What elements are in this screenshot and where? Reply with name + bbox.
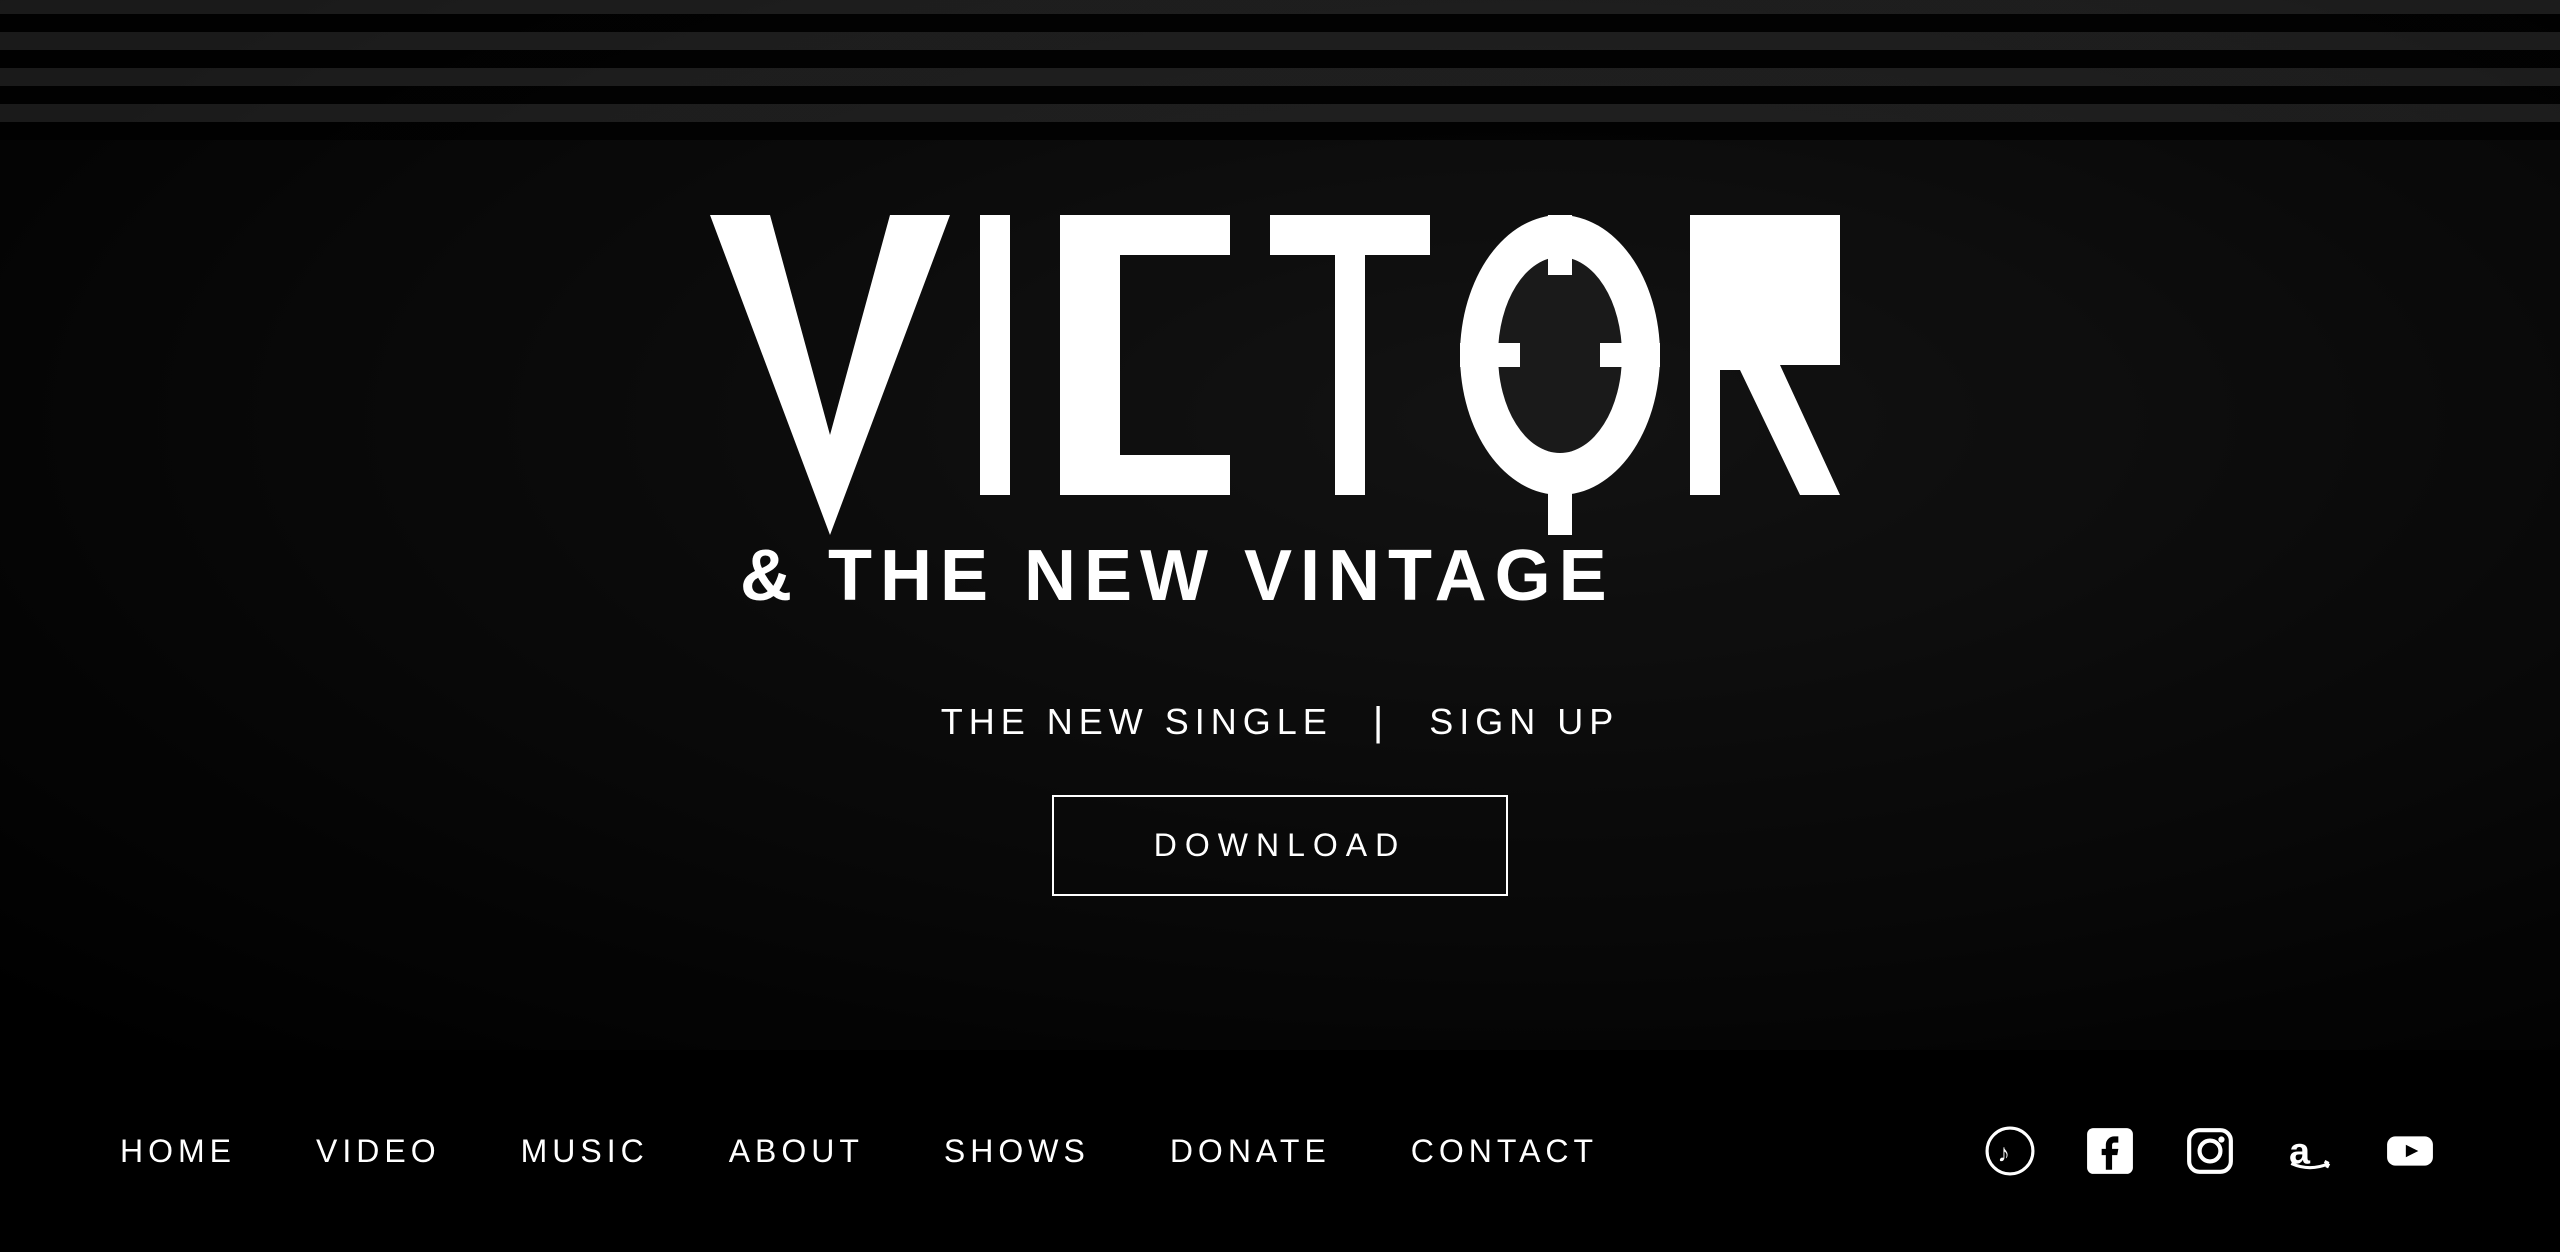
hero-content: & THE NEW VINTAGE THE NEW SINGLE | SIGN … [680, 155, 1880, 896]
nav-donate[interactable]: DONATE [1170, 1133, 1331, 1170]
svg-text:& THE NEW VINTAGE: & THE NEW VINTAGE [740, 536, 1615, 616]
tagline-single-text: THE NEW SINGLE [941, 701, 1333, 743]
download-button[interactable]: DOWNLOAD [1052, 795, 1508, 896]
band-logo-svg: & THE NEW VINTAGE [680, 155, 1880, 635]
band-logo: & THE NEW VINTAGE [680, 155, 1880, 640]
nav-shows[interactable]: SHOWS [944, 1133, 1090, 1170]
instagram-icon[interactable] [2180, 1121, 2240, 1181]
itunes-icon[interactable]: ♪ [1980, 1121, 2040, 1181]
hero-section: & THE NEW VINTAGE THE NEW SINGLE | SIGN … [0, 0, 2560, 1050]
youtube-icon[interactable] [2380, 1121, 2440, 1181]
nav-about[interactable]: ABOUT [729, 1133, 864, 1170]
facebook-icon[interactable] [2080, 1121, 2140, 1181]
social-icons-container: ♪ a [1980, 1121, 2440, 1181]
svg-text:♪: ♪ [1998, 1139, 2011, 1167]
tagline-divider: | [1373, 700, 1389, 745]
nav-links-container: HOME VIDEO MUSIC ABOUT SHOWS DONATE CONT… [120, 1133, 1598, 1170]
amazon-icon[interactable]: a [2280, 1121, 2340, 1181]
nav-music[interactable]: MUSIC [521, 1133, 649, 1170]
hero-stripe-overlay [0, 0, 2560, 140]
tagline-signup-text: SIGN UP [1429, 701, 1619, 743]
nav-home[interactable]: HOME [120, 1133, 236, 1170]
nav-video[interactable]: VIDEO [316, 1133, 441, 1170]
navigation-bar: HOME VIDEO MUSIC ABOUT SHOWS DONATE CONT… [0, 1050, 2560, 1252]
nav-contact[interactable]: CONTACT [1411, 1133, 1598, 1170]
tagline-row: THE NEW SINGLE | SIGN UP [941, 700, 1619, 745]
